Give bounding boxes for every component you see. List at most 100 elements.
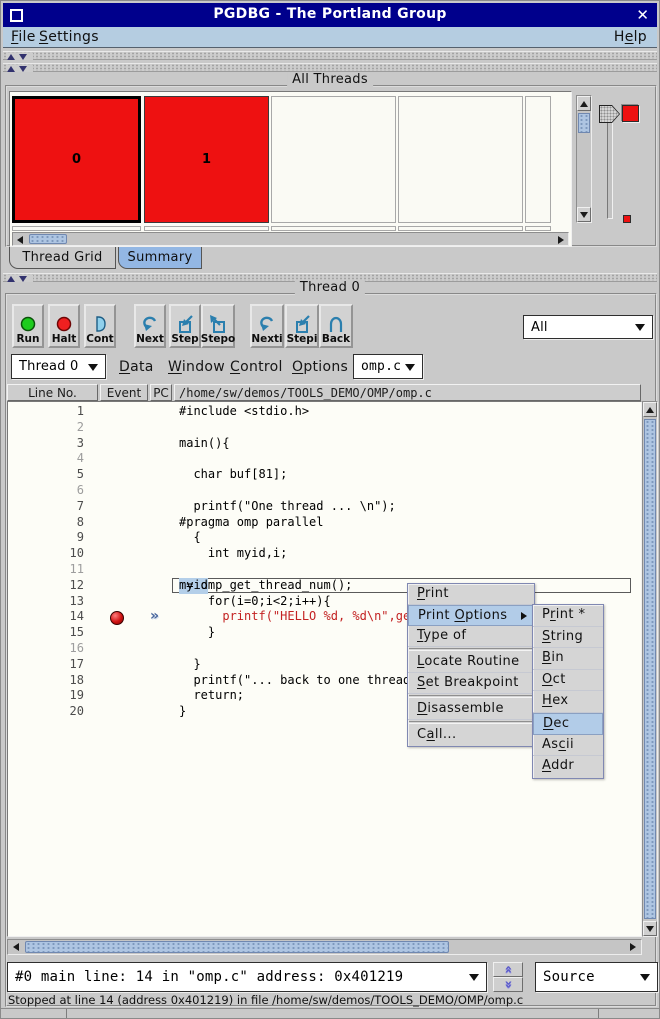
menu-item-string[interactable]: String — [533, 627, 603, 649]
collapse-down-icon[interactable] — [19, 54, 27, 60]
splitter-handle[interactable] — [3, 63, 657, 72]
tab-thread-grid[interactable]: Thread Grid — [9, 247, 116, 269]
collapse-up-icon[interactable] — [7, 66, 15, 72]
menu-item-oct[interactable]: Oct — [533, 670, 603, 692]
grid-hscrollbar-thumb[interactable] — [29, 234, 67, 244]
window-resize-strip[interactable] — [1, 1008, 659, 1019]
context-menu: PrintPrint OptionsType of Locate RoutineS… — [407, 583, 535, 747]
grid-zoom-slider-track[interactable] — [607, 113, 613, 219]
source-hscrollbar[interactable] — [7, 939, 642, 955]
stepi-button[interactable]: Stepi — [285, 304, 319, 348]
code-text: { — [179, 530, 201, 546]
line-number: 14 — [8, 609, 84, 625]
scroll-up-button[interactable] — [643, 402, 657, 417]
cont-button[interactable]: Cont — [84, 304, 116, 348]
scroll-up-button[interactable] — [577, 96, 591, 111]
menu-item-print[interactable]: Print — [408, 584, 534, 605]
all-threads-title: All Threads — [287, 72, 373, 87]
menu-item-print-*[interactable]: Print * — [533, 605, 603, 627]
thread-combo-value: Thread 0 — [19, 359, 78, 374]
back-button[interactable]: Back — [319, 304, 353, 348]
scroll-right-icon[interactable] — [558, 236, 564, 244]
menu-data[interactable]: Data — [119, 359, 154, 375]
scope-combo[interactable]: All — [523, 315, 653, 339]
thread-cell-0[interactable]: 0 — [12, 96, 141, 223]
frame-combo-value: #0 main line: 14 in "omp.c" address: 0x4… — [15, 969, 403, 985]
menu-item-print-options[interactable]: Print Options — [408, 605, 534, 626]
close-icon[interactable]: ✕ — [636, 6, 649, 24]
view-mode-combo[interactable]: Source — [535, 962, 658, 992]
thread-cell-2[interactable] — [271, 96, 396, 223]
source-line[interactable]: 12 myid = omp_get_thread_num(); — [8, 578, 641, 594]
combo-arrow-icon — [635, 324, 645, 331]
scroll-left-icon[interactable] — [17, 236, 23, 244]
menu-item-locate-routine[interactable]: Locate Routine — [408, 652, 534, 673]
menu-window[interactable]: Window — [168, 359, 225, 375]
source-line[interactable]: 11 — [8, 562, 641, 578]
menu-help[interactable]: Help — [614, 29, 647, 45]
menu-options[interactable]: Options — [292, 359, 348, 375]
menu-item-addr[interactable]: Addr — [533, 756, 603, 778]
file-combo[interactable]: omp.c — [353, 354, 423, 379]
collapse-up-icon[interactable] — [7, 276, 15, 282]
tab-summary[interactable]: Summary — [118, 247, 202, 269]
source-line[interactable]: 8#pragma omp parallel — [8, 515, 641, 531]
source-line[interactable]: 6 — [8, 483, 641, 499]
cont-icon — [89, 315, 111, 333]
source-line[interactable]: 5 char buf[81]; — [8, 467, 641, 483]
step-button[interactable]: Step — [169, 304, 201, 348]
scroll-left-icon[interactable] — [13, 943, 19, 951]
menu-settings[interactable]: Settings — [39, 29, 99, 45]
scroll-down-button[interactable] — [643, 921, 657, 936]
grid-vscrollbar[interactable] — [576, 95, 592, 223]
source-line[interactable]: 2 — [8, 420, 641, 436]
frame-down-button[interactable]: » — [493, 977, 523, 992]
source-line[interactable]: 3main(){ — [8, 436, 641, 452]
scroll-right-icon[interactable] — [630, 943, 636, 951]
menu-item-call[interactable]: Call... — [408, 725, 534, 746]
source-hscrollbar-thumb[interactable] — [25, 941, 449, 953]
stepo-button[interactable]: Stepo — [201, 304, 235, 348]
next-button[interactable]: Next — [134, 304, 166, 348]
menu-item-hex[interactable]: Hex — [533, 691, 603, 713]
source-vscrollbar[interactable] — [642, 401, 658, 937]
thread-grid-viewport: 0 1 — [9, 91, 572, 247]
run-button[interactable]: Run — [12, 304, 44, 348]
menu-item-type-of[interactable]: Type of — [408, 626, 534, 647]
grid-hscrollbar[interactable] — [12, 232, 569, 246]
frame-combo[interactable]: #0 main line: 14 in "omp.c" address: 0x4… — [7, 962, 487, 992]
splitter-handle[interactable] — [3, 51, 657, 60]
scroll-down-button[interactable] — [577, 207, 591, 222]
thread-cell-1[interactable]: 1 — [144, 96, 269, 223]
thread-combo[interactable]: Thread 0 — [11, 354, 106, 379]
menu-item-set-breakpoint[interactable]: Set Breakpoint — [408, 673, 534, 694]
source-line[interactable]: 9 { — [8, 530, 641, 546]
menu-file[interactable]: File — [11, 29, 36, 45]
collapse-down-icon[interactable] — [19, 276, 27, 282]
source-vscrollbar-thumb[interactable] — [644, 419, 656, 919]
thread-cell-3[interactable] — [398, 96, 523, 223]
chevron-down-icon: » — [501, 980, 516, 988]
menu-item-disassemble[interactable]: Disassemble — [408, 699, 534, 720]
menu-control[interactable]: Control — [230, 359, 283, 375]
collapse-up-icon[interactable] — [7, 54, 15, 60]
menu-item-dec[interactable]: Dec — [533, 713, 603, 735]
menu-item-bin[interactable]: Bin — [533, 648, 603, 670]
grid-vscrollbar-thumb[interactable] — [578, 113, 590, 133]
halt-button[interactable]: Halt — [48, 304, 80, 348]
thread-cell-4[interactable] — [525, 96, 551, 223]
source-line[interactable]: 1#include <stdio.h> — [8, 404, 641, 420]
scroll-up-icon — [580, 101, 588, 107]
titlebar[interactable]: PGDBG - The Portland Group ✕ — [3, 3, 657, 27]
breakpoint-icon[interactable] — [110, 611, 124, 625]
nexti-button[interactable]: Nexti — [250, 304, 284, 348]
source-line[interactable]: 10 int myid,i; — [8, 546, 641, 562]
line-number: 10 — [8, 546, 84, 562]
frame-up-button[interactable]: « — [493, 962, 523, 977]
menu-item-ascii[interactable]: Ascii — [533, 735, 603, 757]
chevron-up-icon: « — [501, 965, 516, 973]
view-mode-combo-value: Source — [543, 969, 595, 985]
source-line[interactable]: 7 printf("One thread ... \n"); — [8, 499, 641, 515]
collapse-down-icon[interactable] — [19, 66, 27, 72]
source-line[interactable]: 4 — [8, 451, 641, 467]
